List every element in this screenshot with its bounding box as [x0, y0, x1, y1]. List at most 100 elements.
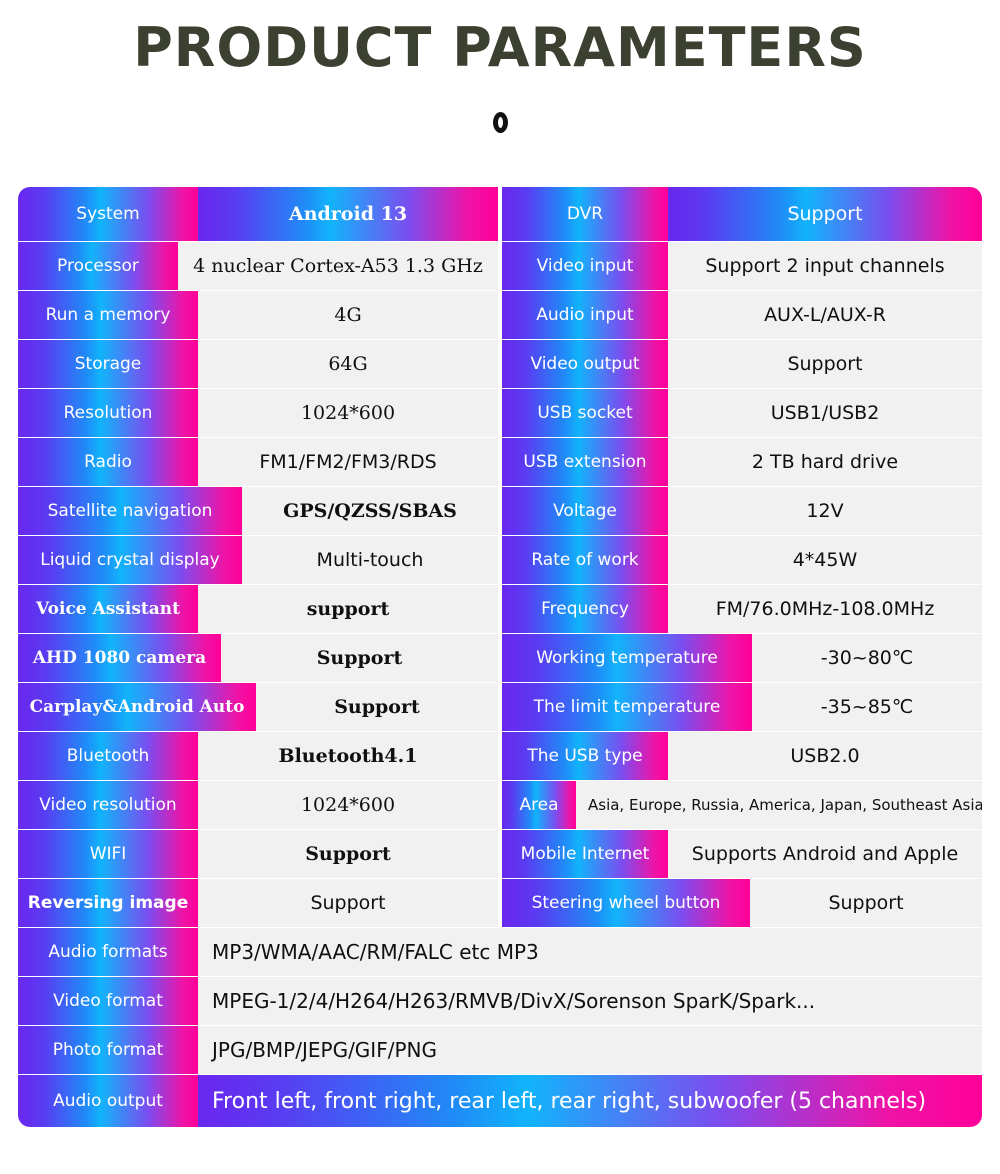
- row-half-right: Video input Support 2 input channels: [500, 242, 982, 290]
- spec-label: AHD 1080 camera: [18, 634, 221, 682]
- ring-icon: [492, 112, 508, 133]
- spec-label: Rate of work: [502, 536, 668, 584]
- table-row: Processor 4 nuclear Cortex-A53 1.3 GHz V…: [18, 242, 982, 290]
- spec-label: Storage: [18, 340, 198, 388]
- row-half-right: Audio input AUX-L/AUX-R: [500, 291, 982, 339]
- spec-value: MPEG-1/2/4/H264/H263/RMVB/DivX/Sorenson …: [198, 977, 982, 1025]
- spec-label: DVR: [502, 187, 668, 241]
- row-half-left: Run a memory 4G: [18, 291, 500, 339]
- spec-value: Bluetooth4.1: [198, 732, 498, 780]
- spec-value: Support: [668, 187, 982, 241]
- spec-value: 1024*600: [198, 781, 498, 829]
- table-row: Video resolution 1024*600 Area Asia, Eur…: [18, 781, 982, 829]
- row-half-left: Bluetooth Bluetooth4.1: [18, 732, 500, 780]
- table-row: Resolution 1024*600 USB socket USB1/USB2: [18, 389, 982, 437]
- row-half-right: Video output Support: [500, 340, 982, 388]
- spec-label: Working temperature: [502, 634, 752, 682]
- table-row: AHD 1080 camera Support Working temperat…: [18, 634, 982, 682]
- row-half-full: Audio output Front left, front right, re…: [18, 1075, 982, 1128]
- spec-label: Audio input: [502, 291, 668, 339]
- spec-value: Front left, front right, rear left, rear…: [198, 1075, 982, 1128]
- spec-label: Video input: [502, 242, 668, 290]
- spec-value: Support: [750, 879, 982, 927]
- row-half-right: Voltage 12V: [500, 487, 982, 535]
- spec-value: MP3/WMA/AAC/RM/FALC etc MP3: [198, 928, 982, 976]
- product-parameters-page: PRODUCT PARAMETERS System Android 13 DVR…: [0, 0, 1000, 1174]
- spec-value: Supports Android and Apple: [668, 830, 982, 878]
- row-half-left: Liquid crystal display Multi-touch: [18, 536, 500, 584]
- spec-label: Frequency: [502, 585, 668, 633]
- spec-value: FM1/FM2/FM3/RDS: [198, 438, 498, 486]
- spec-value: 2 TB hard drive: [668, 438, 982, 486]
- row-half-right: Rate of work 4*45W: [500, 536, 982, 584]
- spec-label: Run a memory: [18, 291, 198, 339]
- spec-label: Mobile Internet: [502, 830, 668, 878]
- spec-label: Liquid crystal display: [18, 536, 242, 584]
- spec-value: 64G: [198, 340, 498, 388]
- spec-label: The limit temperature: [502, 683, 752, 731]
- row-half-right: USB extension 2 TB hard drive: [500, 438, 982, 486]
- row-half-full: Audio formats MP3/WMA/AAC/RM/FALC etc MP…: [18, 928, 982, 976]
- row-half-left: WIFI Support: [18, 830, 500, 878]
- spec-value: -30~80℃: [752, 634, 982, 682]
- spec-label: Satellite navigation: [18, 487, 242, 535]
- table-row: Voice Assistant support Frequency FM/76.…: [18, 585, 982, 633]
- row-half-right: Working temperature -30~80℃: [500, 634, 982, 682]
- spec-value: JPG/BMP/JEPG/GIF/PNG: [198, 1026, 982, 1074]
- spec-label: Radio: [18, 438, 198, 486]
- spec-label: Video format: [18, 977, 198, 1025]
- table-row: Run a memory 4G Audio input AUX-L/AUX-R: [18, 291, 982, 339]
- spec-value: GPS/QZSS/SBAS: [242, 487, 498, 535]
- spec-value: Support: [221, 634, 498, 682]
- spec-value: 4 nuclear Cortex-A53 1.3 GHz: [178, 242, 498, 290]
- row-half-left: Storage 64G: [18, 340, 500, 388]
- row-half-right: DVR Support: [500, 187, 982, 241]
- spec-value: Android 13: [198, 187, 498, 241]
- row-half-left: Video resolution 1024*600: [18, 781, 500, 829]
- spec-value: Support: [256, 683, 498, 731]
- spec-label: Audio formats: [18, 928, 198, 976]
- table-row: Reversing image Support Steering wheel b…: [18, 879, 982, 927]
- spec-value: Asia, Europe, Russia, America, Japan, So…: [576, 781, 982, 829]
- table-row: Liquid crystal display Multi-touch Rate …: [18, 536, 982, 584]
- row-half-right: Steering wheel button Support: [500, 879, 982, 927]
- table-row: Photo format JPG/BMP/JEPG/GIF/PNG: [18, 1026, 982, 1074]
- row-half-left: System Android 13: [18, 187, 500, 241]
- spec-label: Audio output: [18, 1075, 198, 1128]
- row-half-right: The USB type USB2.0: [500, 732, 982, 780]
- spec-value: FM/76.0MHz-108.0MHz: [668, 585, 982, 633]
- spec-value: support: [198, 585, 498, 633]
- row-half-right: The limit temperature -35~85℃: [500, 683, 982, 731]
- spec-value: USB1/USB2: [668, 389, 982, 437]
- spec-label: Area: [502, 781, 576, 829]
- table-row: Video format MPEG-1/2/4/H264/H263/RMVB/D…: [18, 977, 982, 1025]
- table-row: System Android 13 DVR Support: [18, 187, 982, 241]
- spec-value: Multi-touch: [242, 536, 498, 584]
- spec-value: 1024*600: [198, 389, 498, 437]
- table-row: Storage 64G Video output Support: [18, 340, 982, 388]
- spec-label: Processor: [18, 242, 178, 290]
- spec-label: Voice Assistant: [18, 585, 198, 633]
- row-half-full: Photo format JPG/BMP/JEPG/GIF/PNG: [18, 1026, 982, 1074]
- row-half-left: Satellite navigation GPS/QZSS/SBAS: [18, 487, 500, 535]
- spec-label: Reversing image: [18, 879, 198, 927]
- spec-value: 4*45W: [668, 536, 982, 584]
- row-half-right: USB socket USB1/USB2: [500, 389, 982, 437]
- spec-label: USB extension: [502, 438, 668, 486]
- spec-label: System: [18, 187, 198, 241]
- title-ornament: [0, 112, 1000, 137]
- spec-value: 4G: [198, 291, 498, 339]
- spec-value: USB2.0: [668, 732, 982, 780]
- row-half-left: Voice Assistant support: [18, 585, 500, 633]
- row-half-left: Reversing image Support: [18, 879, 500, 927]
- spec-value: 12V: [668, 487, 982, 535]
- row-half-full: Video format MPEG-1/2/4/H264/H263/RMVB/D…: [18, 977, 982, 1025]
- table-row: Audio formats MP3/WMA/AAC/RM/FALC etc MP…: [18, 928, 982, 976]
- spec-label: Resolution: [18, 389, 198, 437]
- spec-value: Support: [668, 340, 982, 388]
- table-row: Bluetooth Bluetooth4.1 The USB type USB2…: [18, 732, 982, 780]
- table-row: Audio output Front left, front right, re…: [18, 1075, 982, 1128]
- spec-value: AUX-L/AUX-R: [668, 291, 982, 339]
- spec-label: Video resolution: [18, 781, 198, 829]
- spec-label: Voltage: [502, 487, 668, 535]
